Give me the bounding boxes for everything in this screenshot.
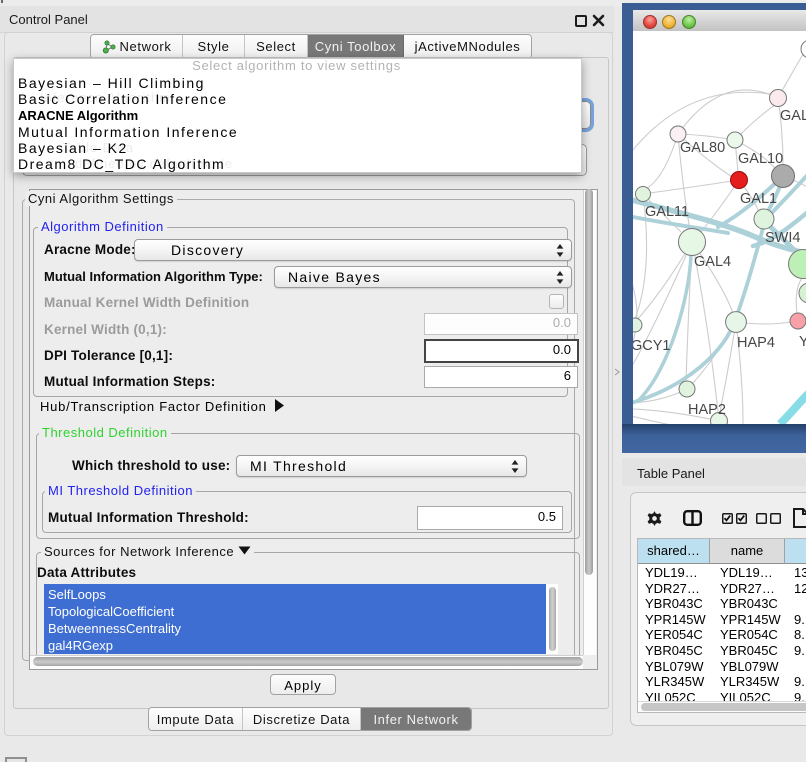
- svg-text:GAL4: GAL4: [694, 254, 731, 270]
- svg-text:GCY1: GCY1: [633, 338, 671, 354]
- svg-text:GAL1: GAL1: [740, 191, 777, 207]
- svg-text:GAL10: GAL10: [738, 151, 783, 167]
- svg-text:GAL11: GAL11: [645, 204, 689, 220]
- svg-text:Y: Y: [799, 334, 806, 350]
- svg-text:GAL80: GAL80: [680, 140, 725, 156]
- svg-text:HAP2: HAP2: [688, 402, 726, 418]
- svg-text:SWI4: SWI4: [765, 230, 800, 246]
- svg-text:GAL2: GAL2: [780, 108, 806, 124]
- svg-text:HAP4: HAP4: [737, 335, 775, 351]
